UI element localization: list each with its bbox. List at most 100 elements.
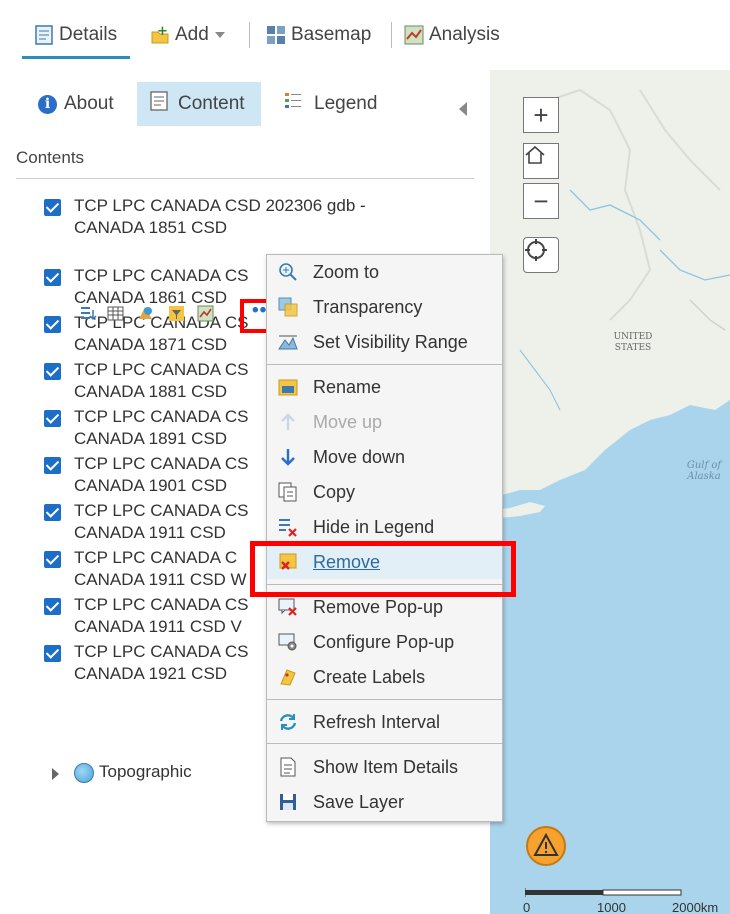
layer-title-line2: CANADA 1851 CSD xyxy=(74,218,228,237)
home-button[interactable] xyxy=(523,143,559,179)
layer-title: TCP LPC CANADA CS CANADA 1911 CSD xyxy=(74,500,248,544)
layer-title: TCP LPC CANADA CS CANADA 1881 CSD xyxy=(74,359,248,403)
tab-legend[interactable]: Legend xyxy=(284,82,377,126)
layer-title: TCP LPC CANADA CS CANADA 1921 CSD xyxy=(74,641,248,685)
info-icon: i xyxy=(38,94,57,114)
arrow-up-icon xyxy=(278,412,298,432)
zoom-out-button[interactable]: − xyxy=(523,183,559,219)
contents-divider xyxy=(16,178,474,179)
content-icon xyxy=(150,91,168,117)
layer-title: TCP LPC CANADA CS CANADA 1901 CSD xyxy=(74,453,248,497)
collapse-panel-icon[interactable] xyxy=(459,102,467,116)
globe-icon xyxy=(74,763,94,783)
refresh-icon xyxy=(278,712,298,732)
basemap-button[interactable]: Basemap xyxy=(266,20,371,50)
basemap-label: Basemap xyxy=(291,24,372,45)
warning-icon xyxy=(533,832,559,856)
analysis-button[interactable]: Analysis xyxy=(404,20,500,50)
layer-visibility-checkbox[interactable] xyxy=(44,551,61,568)
add-button[interactable]: + Add xyxy=(150,20,225,50)
layer-title-line1: TCP LPC CANADA CS xyxy=(74,266,249,285)
menu-item-label: Hide in Legend xyxy=(313,516,435,537)
visibility-range-icon xyxy=(278,332,298,352)
layer-title: TCP LPC CANADA CS CANADA 1911 CSD V xyxy=(74,594,248,638)
transparency-icon xyxy=(278,297,298,317)
svg-text:+: + xyxy=(157,25,168,39)
rename-icon xyxy=(278,377,298,397)
tab-about[interactable]: i About xyxy=(38,82,114,126)
map-view[interactable]: + − UNITED STATES Gulf of Alaska 0 1000 … xyxy=(490,70,730,914)
menu-item-label: Configure Pop-up xyxy=(313,631,455,652)
basemap-icon xyxy=(266,25,286,45)
locate-button[interactable] xyxy=(523,237,559,273)
menu-item-label: Refresh Interval xyxy=(313,711,441,732)
layer-title-line2: CANADA 1871 CSD xyxy=(74,335,228,354)
menu-item-save-layer[interactable]: Save Layer xyxy=(267,785,502,819)
expand-arrow-icon[interactable] xyxy=(52,768,59,780)
menu-item-rename[interactable]: Rename xyxy=(267,370,502,404)
menu-item-create-labels[interactable]: Create Labels xyxy=(267,660,502,694)
details-icon xyxy=(34,25,54,45)
menu-item-show-item-details[interactable]: Show Item Details xyxy=(267,750,502,784)
menu-item-copy[interactable]: Copy xyxy=(267,475,502,509)
layer-visibility-checkbox[interactable] xyxy=(44,457,61,474)
menu-item-label: Transparency xyxy=(313,296,423,317)
menu-separator xyxy=(267,364,502,365)
scale-label-0: 0 xyxy=(523,900,531,914)
menu-item-label: Save Layer xyxy=(313,791,405,812)
menu-item-label: Move down xyxy=(313,446,406,467)
layer-visibility-checkbox[interactable] xyxy=(44,199,61,216)
change-style-icon[interactable] xyxy=(137,305,154,322)
remove-popup-icon xyxy=(278,597,298,617)
menu-item-set-visibility-range[interactable]: Set Visibility Range xyxy=(267,325,502,359)
zoom-in-button[interactable]: + xyxy=(523,97,559,133)
legend-icon xyxy=(284,91,302,117)
tab-about-label: About xyxy=(64,93,114,114)
legend-toggle-icon[interactable] xyxy=(80,305,97,322)
layer-visibility-checkbox[interactable] xyxy=(44,410,61,427)
layer-visibility-checkbox[interactable] xyxy=(44,316,61,333)
menu-item-hide-in-legend[interactable]: Hide in Legend xyxy=(267,510,502,544)
layer-title-line2: CANADA 1881 CSD xyxy=(74,382,228,401)
item-details-icon xyxy=(278,757,298,777)
menu-item-label: Zoom to xyxy=(313,261,380,282)
layer-title-line1: TCP LPC CANADA CS xyxy=(74,501,249,520)
configure-popup-icon xyxy=(278,632,298,652)
copy-icon xyxy=(278,482,298,502)
menu-item-refresh-interval[interactable]: Refresh Interval xyxy=(267,705,502,739)
scale-label-1000: 1000 xyxy=(597,900,626,914)
contents-heading: Contents xyxy=(16,148,85,167)
filter-icon[interactable] xyxy=(168,305,185,322)
layer-title-line1: TCP LPC CANADA CS xyxy=(74,642,249,661)
layer-title-line2: CANADA 1921 CSD xyxy=(74,664,228,683)
save-icon xyxy=(278,792,298,812)
menu-item-label: Show Item Details xyxy=(313,756,459,777)
chevron-down-icon xyxy=(214,32,225,38)
layer-title-line1: TCP LPC CANADA CS xyxy=(74,454,249,473)
tab-content[interactable]: Content xyxy=(150,82,245,126)
layer-visibility-checkbox[interactable] xyxy=(44,363,61,380)
menu-item-zoom-to[interactable]: Zoom to xyxy=(267,255,502,289)
perform-analysis-icon[interactable] xyxy=(197,305,214,322)
layer-visibility-checkbox[interactable] xyxy=(44,645,61,662)
analysis-icon xyxy=(404,25,424,45)
menu-item-configure-pop-up[interactable]: Configure Pop-up xyxy=(267,625,502,659)
basemap-layer-label: Topographic xyxy=(99,762,192,781)
menu-item-label: Rename xyxy=(313,376,382,397)
layer-visibility-checkbox[interactable] xyxy=(44,598,61,615)
details-label: Details xyxy=(59,24,118,45)
menu-item-transparency[interactable]: Transparency xyxy=(267,290,502,324)
scale-bar: 0 1000 2000km xyxy=(523,888,730,914)
details-button[interactable]: Details xyxy=(34,20,117,50)
map-label-gulf-of-alaska: Gulf of Alaska xyxy=(686,460,722,482)
menu-item-move-down[interactable]: Move down xyxy=(267,440,502,474)
details-active-underline xyxy=(22,56,130,59)
table-icon[interactable] xyxy=(107,305,124,322)
layer-title-line1: TCP LPC CANADA C xyxy=(74,548,238,567)
layer-visibility-checkbox[interactable] xyxy=(44,269,61,286)
layer-title-line2: CANADA 1911 CSD W xyxy=(74,570,247,589)
layer-visibility-checkbox[interactable] xyxy=(44,504,61,521)
warning-button[interactable] xyxy=(526,826,566,866)
analysis-label: Analysis xyxy=(429,24,500,45)
top-toolbar: Details + Add Basemap Analysis xyxy=(0,0,730,70)
